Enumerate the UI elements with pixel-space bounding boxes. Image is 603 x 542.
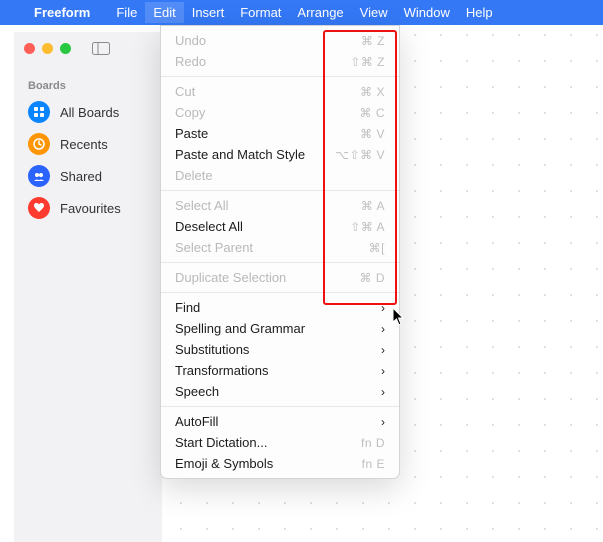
menu-separator bbox=[161, 292, 399, 293]
menubar-app-name[interactable]: Freeform bbox=[34, 5, 90, 20]
grid-icon bbox=[28, 101, 50, 123]
menu-shortcut: ⌘ A bbox=[361, 199, 385, 213]
menu-item-duplicate-selection: Duplicate Selection ⌘ D bbox=[161, 267, 399, 288]
menu-separator bbox=[161, 76, 399, 77]
menu-item-label: Find bbox=[175, 300, 200, 315]
menu-shortcut: ⌘ Z bbox=[361, 34, 385, 48]
menu-item-label: Duplicate Selection bbox=[175, 270, 286, 285]
sidebar-section-title: Boards bbox=[14, 76, 162, 96]
chevron-right-icon: › bbox=[381, 364, 385, 378]
menu-shortcut: ⌘ D bbox=[360, 271, 386, 285]
menu-item-label: Substitutions bbox=[175, 342, 249, 357]
menu-item-label: Start Dictation... bbox=[175, 435, 267, 450]
sidebar-item-recents[interactable]: Recents bbox=[14, 128, 162, 160]
sidebar: Boards All Boards Recents Shared Favourites bbox=[14, 32, 162, 542]
sidebar-item-shared[interactable]: Shared bbox=[14, 160, 162, 192]
chevron-right-icon: › bbox=[381, 415, 385, 429]
menu-item-start-dictation-[interactable]: Start Dictation... fn D bbox=[161, 432, 399, 453]
menu-separator bbox=[161, 406, 399, 407]
menu-item-label: Undo bbox=[175, 33, 206, 48]
menu-item-deselect-all[interactable]: Deselect All ⇧⌘ A bbox=[161, 216, 399, 237]
menu-item-transformations[interactable]: Transformations › bbox=[161, 360, 399, 381]
menu-shortcut: ⇧⌘ A bbox=[350, 220, 385, 234]
menu-item-speech[interactable]: Speech › bbox=[161, 381, 399, 402]
menu-item-label: Spelling and Grammar bbox=[175, 321, 305, 336]
menu-item-label: AutoFill bbox=[175, 414, 218, 429]
menu-item-autofill[interactable]: AutoFill › bbox=[161, 411, 399, 432]
menu-item-cut: Cut ⌘ X bbox=[161, 81, 399, 102]
menu-item-substitutions[interactable]: Substitutions › bbox=[161, 339, 399, 360]
menu-shortcut: ⌘ X bbox=[360, 85, 385, 99]
menubar-item-help[interactable]: Help bbox=[458, 2, 501, 23]
menu-item-undo: Undo ⌘ Z bbox=[161, 30, 399, 51]
menu-item-label: Speech bbox=[175, 384, 219, 399]
menu-item-label: Cut bbox=[175, 84, 195, 99]
menubar-item-window[interactable]: Window bbox=[396, 2, 458, 23]
menubar-item-file[interactable]: File bbox=[108, 2, 145, 23]
menu-item-label: Emoji & Symbols bbox=[175, 456, 273, 471]
clock-icon bbox=[28, 133, 50, 155]
sidebar-item-favourites[interactable]: Favourites bbox=[14, 192, 162, 224]
heart-icon bbox=[28, 197, 50, 219]
menu-item-label: Copy bbox=[175, 105, 205, 120]
menu-item-select-all: Select All ⌘ A bbox=[161, 195, 399, 216]
sidebar-item-label: Favourites bbox=[60, 201, 121, 216]
menubar-item-edit[interactable]: Edit bbox=[145, 2, 183, 23]
menu-separator bbox=[161, 190, 399, 191]
menu-item-label: Redo bbox=[175, 54, 206, 69]
menu-item-label: Transformations bbox=[175, 363, 268, 378]
menubar-item-format[interactable]: Format bbox=[232, 2, 289, 23]
menubar-item-arrange[interactable]: Arrange bbox=[289, 2, 351, 23]
menubar-item-view[interactable]: View bbox=[352, 2, 396, 23]
menu-item-find[interactable]: Find › bbox=[161, 297, 399, 318]
sidebar-item-label: Shared bbox=[60, 169, 102, 184]
menu-item-emoji-symbols[interactable]: Emoji & Symbols fn E bbox=[161, 453, 399, 474]
sidebar-item-label: Recents bbox=[60, 137, 108, 152]
menu-item-spelling-and-grammar[interactable]: Spelling and Grammar › bbox=[161, 318, 399, 339]
people-icon bbox=[28, 165, 50, 187]
chevron-right-icon: › bbox=[381, 301, 385, 315]
menu-shortcut: fn D bbox=[361, 436, 385, 450]
sidebar-toggle-icon[interactable] bbox=[92, 42, 110, 55]
cursor-icon bbox=[392, 308, 406, 326]
menu-shortcut: ⌘ C bbox=[360, 106, 386, 120]
menubar-item-insert[interactable]: Insert bbox=[184, 2, 233, 23]
menu-item-delete: Delete bbox=[161, 165, 399, 186]
sidebar-item-label: All Boards bbox=[60, 105, 119, 120]
menubar: Freeform FileEditInsertFormatArrangeView… bbox=[0, 0, 603, 25]
menu-shortcut: ⌘[ bbox=[369, 241, 385, 255]
menu-shortcut: fn E bbox=[362, 457, 385, 471]
chevron-right-icon: › bbox=[381, 322, 385, 336]
menu-item-redo: Redo ⇧⌘ Z bbox=[161, 51, 399, 72]
chevron-right-icon: › bbox=[381, 385, 385, 399]
menu-item-label: Delete bbox=[175, 168, 213, 183]
menu-item-label: Select All bbox=[175, 198, 228, 213]
menu-item-label: Deselect All bbox=[175, 219, 243, 234]
zoom-icon[interactable] bbox=[60, 43, 71, 54]
menu-item-copy: Copy ⌘ C bbox=[161, 102, 399, 123]
menu-separator bbox=[161, 262, 399, 263]
menu-item-label: Select Parent bbox=[175, 240, 253, 255]
menu-shortcut: ⌥⇧⌘ V bbox=[335, 148, 385, 162]
minimize-icon[interactable] bbox=[42, 43, 53, 54]
sidebar-item-all-boards[interactable]: All Boards bbox=[14, 96, 162, 128]
menu-shortcut: ⇧⌘ Z bbox=[350, 55, 385, 69]
close-icon[interactable] bbox=[24, 43, 35, 54]
menu-item-label: Paste bbox=[175, 126, 208, 141]
edit-menu: Undo⌘ ZRedo⇧⌘ ZCut⌘ XCopy⌘ CPaste⌘ VPast… bbox=[160, 25, 400, 479]
menu-item-paste[interactable]: Paste ⌘ V bbox=[161, 123, 399, 144]
chevron-right-icon: › bbox=[381, 343, 385, 357]
menu-item-label: Paste and Match Style bbox=[175, 147, 305, 162]
menu-shortcut: ⌘ V bbox=[360, 127, 385, 141]
menu-item-select-parent: Select Parent ⌘[ bbox=[161, 237, 399, 258]
menu-item-paste-and-match-style[interactable]: Paste and Match Style ⌥⇧⌘ V bbox=[161, 144, 399, 165]
